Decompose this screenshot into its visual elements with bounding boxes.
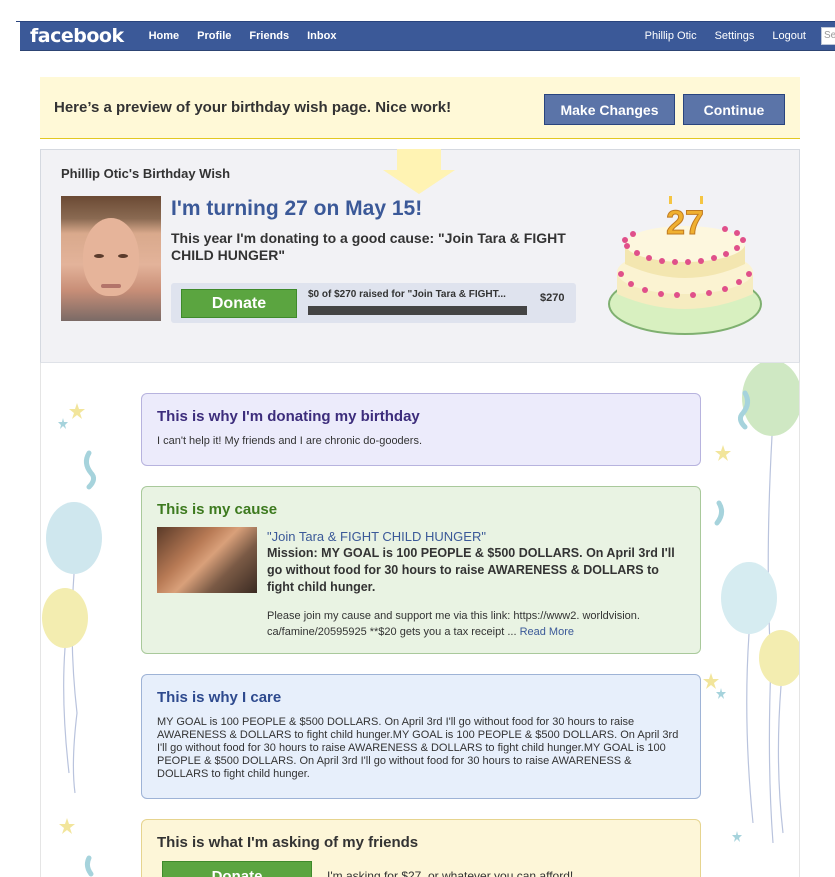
facebook-logo[interactable]: facebook bbox=[30, 25, 124, 47]
cause-photo[interactable] bbox=[157, 527, 257, 593]
balloons-right-icon bbox=[703, 363, 799, 844]
why-donating-text: I can't help it! My friends and I are ch… bbox=[157, 435, 423, 447]
cause-mission: Mission: MY GOAL is 100 PEOPLE & $500 DO… bbox=[267, 546, 675, 594]
cause-description-text: Please join my cause and support me via … bbox=[267, 610, 640, 638]
birthday-cake-icon: 27 bbox=[608, 196, 762, 335]
balloons-left-icon bbox=[42, 403, 102, 877]
facebook-top-bar: facebook Home Profile Friends Inbox Phil… bbox=[20, 22, 835, 51]
why-care-text: MY GOAL is 100 PEOPLE & $500 DOLLARS. On… bbox=[157, 716, 679, 780]
main-nav: Home Profile Friends Inbox bbox=[140, 30, 346, 42]
wish-page-title: Phillip Otic's Birthday Wish bbox=[61, 166, 231, 181]
search-input[interactable]: Se bbox=[821, 27, 835, 45]
donation-strip: Donate $0 of $270 raised for "Join Tara … bbox=[171, 283, 576, 323]
cause-description: Please join my cause and support me via … bbox=[267, 608, 687, 640]
profile-photo[interactable] bbox=[61, 196, 161, 321]
donation-goal: $270 bbox=[540, 292, 565, 304]
turning-age-heading: I'm turning 27 on May 15! bbox=[171, 197, 423, 220]
wish-page-body: This is why I'm donating my birthday I c… bbox=[40, 363, 800, 877]
continue-button[interactable]: Continue bbox=[683, 94, 785, 125]
cause-card-title: This is my cause bbox=[157, 501, 278, 518]
cake-number: 27 bbox=[666, 204, 704, 242]
pointer-arrow-icon bbox=[383, 170, 455, 194]
nav-inbox[interactable]: Inbox bbox=[298, 30, 345, 42]
ask-friends-text: I'm asking for $27, or whatever you can … bbox=[327, 869, 574, 877]
cause-name-link[interactable]: "Join Tara & FIGHT CHILD HUNGER" bbox=[267, 529, 486, 544]
why-care-card: This is why I care MY GOAL is 100 PEOPLE… bbox=[141, 674, 701, 799]
profile-mouth bbox=[101, 284, 121, 288]
profile-eye bbox=[118, 254, 128, 258]
account-nav: Phillip Otic Settings Logout bbox=[636, 30, 815, 42]
donation-progress-bar bbox=[308, 306, 527, 315]
nav-logout[interactable]: Logout bbox=[763, 30, 815, 42]
raised-amount-text: $0 of $270 raised for "Join Tara & FIGHT… bbox=[308, 289, 506, 300]
preview-message: Here’s a preview of your birthday wish p… bbox=[54, 99, 452, 116]
make-changes-button[interactable]: Make Changes bbox=[544, 94, 675, 125]
profile-eye bbox=[94, 254, 104, 258]
nav-profile[interactable]: Profile bbox=[188, 30, 240, 42]
nav-settings[interactable]: Settings bbox=[706, 30, 764, 42]
why-donating-card: This is why I'm donating my birthday I c… bbox=[141, 393, 701, 466]
read-more-link[interactable]: Read More bbox=[520, 626, 574, 638]
nav-home[interactable]: Home bbox=[140, 30, 189, 42]
ask-donate-button[interactable]: Donate bbox=[162, 861, 312, 877]
ask-friends-card: This is what I'm asking of my friends Do… bbox=[141, 819, 701, 877]
birthday-wish-header: Phillip Otic's Birthday Wish I'm turning… bbox=[40, 149, 800, 363]
nav-friends[interactable]: Friends bbox=[240, 30, 298, 42]
cause-card: This is my cause "Join Tara & FIGHT CHIL… bbox=[141, 486, 701, 654]
pointer-arrow-stem bbox=[397, 149, 441, 171]
donating-statement: This year I'm donating to a good cause: … bbox=[171, 230, 566, 263]
preview-notice-bar: Here’s a preview of your birthday wish p… bbox=[40, 77, 800, 139]
why-donating-title: This is why I'm donating my birthday bbox=[157, 408, 420, 425]
donate-button[interactable]: Donate bbox=[181, 289, 297, 318]
why-care-title: This is why I care bbox=[157, 689, 282, 706]
nav-user-name[interactable]: Phillip Otic bbox=[636, 30, 706, 42]
ask-friends-title: This is what I'm asking of my friends bbox=[157, 834, 419, 851]
